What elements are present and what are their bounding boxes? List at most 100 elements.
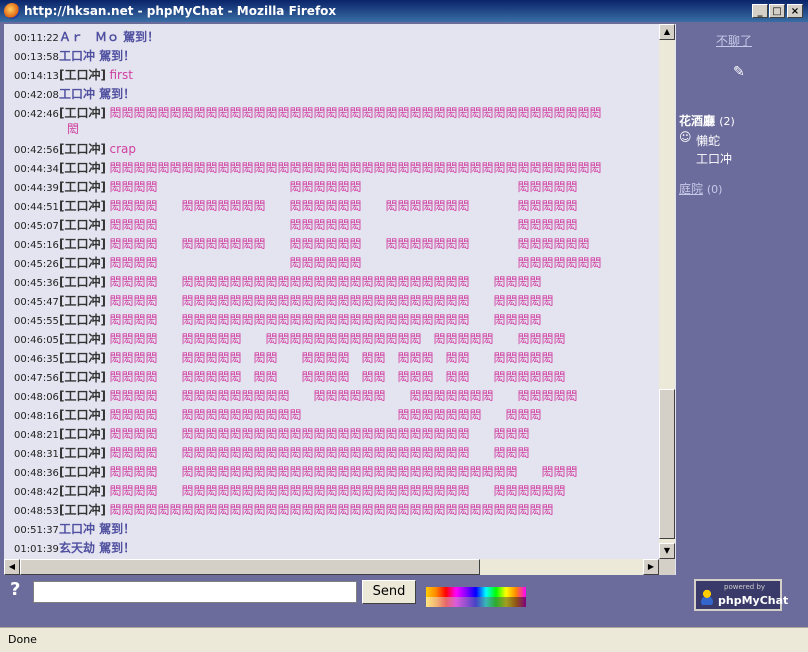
window-title: http://hksan.net - phpMyChat - Mozilla F… — [24, 4, 337, 18]
message-nick[interactable]: [工口冲] — [59, 180, 106, 194]
message-text: 閎閎閎閎閎閎閎閎閎閎閎閎閎閎閎閎閎閎閎閎閎閎閎閎閎閎閎閎閎閎閎閎閎閎閎閎閎閎閎閎… — [109, 106, 602, 120]
people-icon — [700, 589, 714, 605]
user-item[interactable]: 懶蛇 — [696, 132, 720, 149]
room-name: 庭院 — [679, 182, 704, 196]
message-row: 00:45:55[工口冲] 閎閎閎閎 閎閎閎閎閎閎閎閎閎閎閎閎閎閎閎閎閎閎閎閎閎… — [14, 311, 542, 328]
hscroll-thumb[interactable] — [20, 559, 480, 575]
message-nick[interactable]: [工口冲] — [59, 332, 106, 346]
title-bar: http://hksan.net - phpMyChat - Mozilla F… — [0, 0, 808, 22]
close-button[interactable]: × — [787, 4, 803, 18]
message-row: 00:48:36[工口冲] 閎閎閎閎 閎閎閎閎閎閎閎閎閎閎閎閎閎閎閎閎閎閎閎閎閎… — [14, 463, 578, 480]
message-nick[interactable]: [工口冲] — [59, 351, 106, 365]
message-row: 00:42:08工口冲 駕到！ — [14, 85, 135, 102]
message-nick[interactable]: [工口冲] — [59, 256, 106, 270]
room-count: (2) — [719, 115, 735, 128]
message-timestamp: 00:46:35 — [14, 354, 59, 365]
user-item[interactable]: 工口冲 — [696, 150, 732, 167]
message-nick[interactable]: [工口冲] — [59, 484, 106, 498]
horizontal-scrollbar[interactable]: ◀ ▶ — [4, 559, 659, 575]
system-message: Ａｒ Ｍｏ 駕到！ — [59, 30, 160, 44]
pin-icon[interactable]: ✎ — [733, 64, 745, 80]
room-title[interactable]: 花酒廳 (2) — [679, 112, 735, 129]
message-timestamp: 00:45:55 — [14, 316, 59, 327]
message-nick[interactable]: [工口冲] — [59, 68, 106, 82]
message-timestamp: 00:48:21 — [14, 430, 59, 441]
message-text: 閎閎閎閎 閎閎閎閎閎閎 閎閎閎閎閎閎閎 — [109, 256, 602, 270]
message-text: 閎閎閎閎 閎閎閎閎閎 閎閎 閎閎閎閎 閎閎 閎閎閎 閎閎 閎閎閎閎閎閎 — [109, 370, 566, 384]
message-row: 00:48:16[工口冲] 閎閎閎閎 閎閎閎閎閎閎閎閎閎閎 閎閎閎閎閎閎閎 閎閎… — [14, 406, 542, 423]
message-nick[interactable]: [工口冲] — [59, 237, 106, 251]
message-nick[interactable]: [工口冲] — [59, 408, 106, 422]
message-nick[interactable]: [工口冲] — [59, 218, 106, 232]
message-row: 01:01:39玄天劫 駕到！ — [14, 539, 135, 556]
scroll-thumb[interactable] — [659, 389, 675, 539]
message-nick[interactable]: [工口冲] — [59, 313, 106, 327]
scroll-down-button[interactable]: ▼ — [659, 543, 675, 559]
message-row: 00:11:22Ａｒ Ｍｏ 駕到！ — [14, 28, 159, 45]
message-row: 00:44:39[工口冲] 閎閎閎閎 閎閎閎閎閎閎 閎閎閎閎閎 — [14, 178, 578, 195]
scroll-right-button[interactable]: ▶ — [643, 559, 659, 575]
scroll-left-button[interactable]: ◀ — [4, 559, 20, 575]
message-nick[interactable]: [工口冲] — [59, 503, 106, 517]
vertical-scrollbar[interactable]: ▲ ▼ — [659, 24, 675, 559]
message-text: 閎閎閎閎 閎閎閎閎閎閎閎閎閎閎閎閎閎閎閎閎閎閎閎閎閎閎閎閎 閎閎閎閎 — [109, 313, 542, 327]
message-timestamp: 00:48:53 — [14, 506, 59, 517]
message-timestamp: 00:48:36 — [14, 468, 59, 479]
message-timestamp: 00:48:31 — [14, 449, 59, 460]
message-text: 閎閎閎閎閎閎閎閎閎閎閎閎閎閎閎閎閎閎閎閎閎閎閎閎閎閎閎閎閎閎閎閎閎閎閎閎閎閎閎閎… — [109, 161, 602, 175]
message-timestamp: 00:51:37 — [14, 525, 59, 536]
user-icon: ☺ — [679, 130, 692, 144]
message-timestamp: 00:45:16 — [14, 240, 59, 251]
message-timestamp: 00:11:22 — [14, 33, 59, 44]
send-button[interactable]: Send — [362, 580, 416, 604]
message-timestamp: 00:48:16 — [14, 411, 59, 422]
message-nick[interactable]: [工口冲] — [59, 275, 106, 289]
message-nick[interactable]: [工口冲] — [59, 389, 106, 403]
message-timestamp: 00:47:56 — [14, 373, 59, 384]
message-nick[interactable]: [工口冲] — [59, 370, 106, 384]
message-row: 00:44:34[工口冲] 閎閎閎閎閎閎閎閎閎閎閎閎閎閎閎閎閎閎閎閎閎閎閎閎閎閎… — [14, 159, 602, 176]
message-nick[interactable]: [工口冲] — [59, 199, 106, 213]
message-list: 00:11:22Ａｒ Ｍｏ 駕到！ 00:13:58工口冲 駕到！ 00:14:13… — [4, 24, 659, 559]
message-timestamp: 01:01:39 — [14, 544, 59, 555]
message-row: 00:48:21[工口冲] 閎閎閎閎 閎閎閎閎閎閎閎閎閎閎閎閎閎閎閎閎閎閎閎閎閎… — [14, 425, 530, 442]
message-nick[interactable]: [工口冲] — [59, 161, 106, 175]
system-message: 工口冲 駕到！ — [59, 522, 136, 536]
message-nick[interactable]: [工口冲] — [59, 106, 106, 120]
message-text: 閎閎閎閎 閎閎閎閎閎閎閎閎閎閎閎閎閎閎閎閎閎閎閎閎閎閎閎閎 閎閎閎 — [109, 446, 530, 460]
message-row: 00:48:53[工口冲] 閎閎閎閎閎閎閎閎閎閎閎閎閎閎閎閎閎閎閎閎閎閎閎閎閎閎… — [14, 501, 554, 518]
color-palette[interactable] — [426, 587, 526, 607]
message-timestamp: 00:45:26 — [14, 259, 59, 270]
scroll-up-button[interactable]: ▲ — [659, 24, 675, 40]
message-row: 00:46:35[工口冲] 閎閎閎閎 閎閎閎閎閎 閎閎 閎閎閎閎 閎閎 閎閎閎 … — [14, 349, 554, 366]
message-text: 閎閎閎閎 閎閎閎閎閎閎閎閎閎閎閎閎閎閎閎閎閎閎閎閎閎閎閎閎 閎閎閎 — [109, 427, 530, 441]
message-row: 00:42:46[工口冲] 閎閎閎閎閎閎閎閎閎閎閎閎閎閎閎閎閎閎閎閎閎閎閎閎閎閎… — [14, 104, 602, 121]
message-row: 00:47:56[工口冲] 閎閎閎閎 閎閎閎閎閎 閎閎 閎閎閎閎 閎閎 閎閎閎 … — [14, 368, 566, 385]
room-link[interactable]: 庭院 (0) — [679, 180, 722, 197]
phpmychat-logo[interactable]: powered by phpMyChat — [694, 579, 788, 611]
system-message: 工口冲 駕到！ — [59, 49, 136, 63]
message-text: 閎閎閎閎 閎閎閎閎閎閎閎閎閎閎閎閎閎閎閎閎閎閎閎閎閎閎閎閎 閎閎閎閎 — [109, 275, 542, 289]
message-input[interactable] — [33, 581, 357, 603]
message-timestamp: 00:48:42 — [14, 487, 59, 498]
message-nick[interactable]: [工口冲] — [59, 142, 106, 156]
message-nick[interactable]: [工口冲] — [59, 446, 106, 460]
logo-small-text: powered by — [724, 583, 766, 591]
message-text: 閎 — [67, 122, 80, 136]
message-timestamp: 00:14:13 — [14, 71, 59, 82]
message-text: 閎閎閎閎 閎閎閎閎閎閎 閎閎閎閎閎 — [109, 180, 578, 194]
message-text: 閎閎閎閎 閎閎閎閎閎 閎閎閎閎閎閎閎閎閎閎閎閎閎 閎閎閎閎閎 閎閎閎閎 — [109, 332, 566, 346]
message-nick[interactable]: [工口冲] — [59, 465, 106, 479]
message-nick[interactable]: [工口冲] — [59, 294, 106, 308]
message-text: crap — [109, 142, 136, 156]
message-nick[interactable]: [工口冲] — [59, 427, 106, 441]
message-row: 00:45:07[工口冲] 閎閎閎閎 閎閎閎閎閎閎 閎閎閎閎閎 — [14, 216, 578, 233]
message-row: 00:48:42[工口冲] 閎閎閎閎 閎閎閎閎閎閎閎閎閎閎閎閎閎閎閎閎閎閎閎閎閎… — [14, 482, 566, 499]
scroll-corner — [659, 559, 675, 575]
minimize-button[interactable]: _ — [752, 4, 768, 18]
message-timestamp: 00:48:06 — [14, 392, 59, 403]
message-text: 閎閎閎閎 閎閎閎閎閎閎閎閎閎 閎閎閎閎閎閎 閎閎閎閎閎閎閎 閎閎閎閎閎 — [109, 389, 578, 403]
leave-chat-link[interactable]: 不聊了 — [716, 32, 752, 49]
help-icon[interactable]: ? — [10, 579, 20, 600]
maximize-button[interactable]: □ — [769, 4, 785, 18]
